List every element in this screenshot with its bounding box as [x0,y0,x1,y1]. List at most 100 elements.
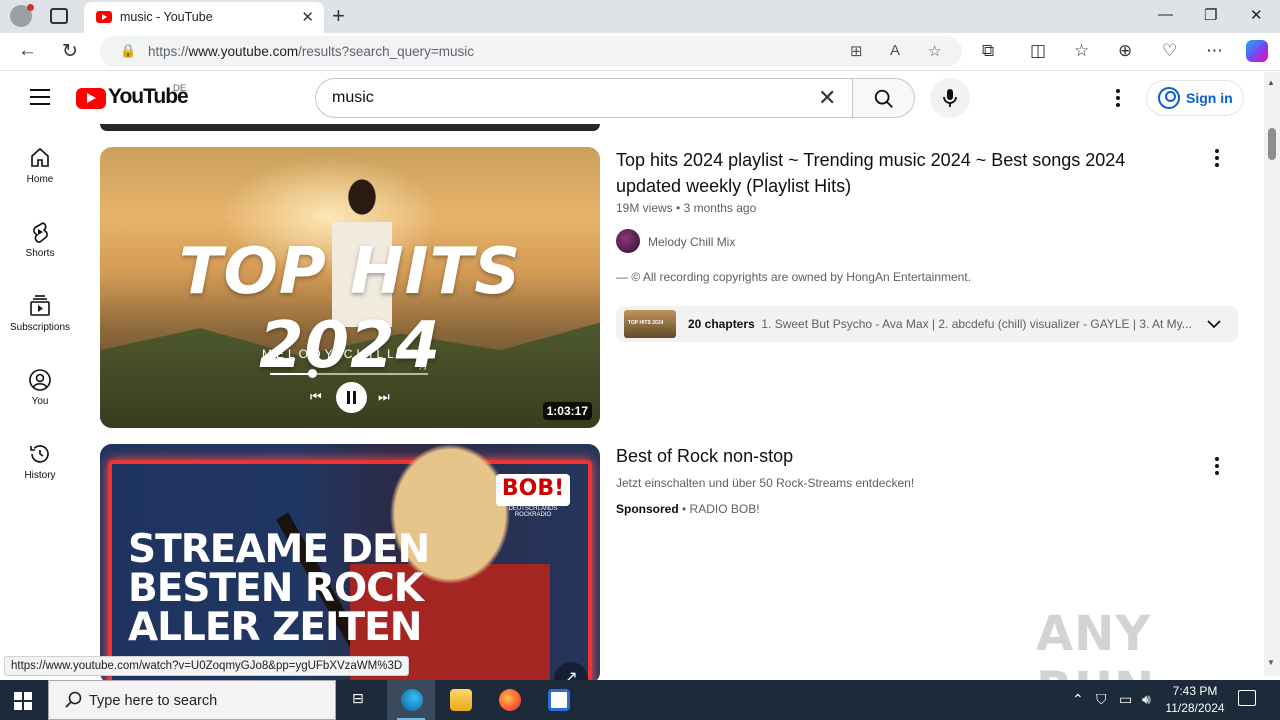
previous-result-thumbnail[interactable] [100,124,600,131]
channel-name-link[interactable]: Melody Chill Mix [648,235,735,249]
settings-more-button[interactable] [1107,86,1129,110]
taskbar-edge[interactable] [387,680,435,720]
clear-search-icon[interactable]: ✕ [818,85,836,111]
taskbar-clock[interactable]: 7:43 PM 11/28/2024 [1160,683,1230,717]
settings-more-icon[interactable]: ⋯ [1206,41,1223,61]
favorites-icon[interactable]: ☆ [1074,41,1089,61]
sidebar-item-history[interactable]: History [4,420,76,490]
lock-icon[interactable]: 🔒 [120,43,136,59]
next-track-icon: ⏭ [378,389,390,404]
windows-start-icon[interactable] [14,692,32,710]
restore-icon[interactable]: ❐ [1204,6,1217,24]
search-icon [65,691,82,708]
browser-tab-active[interactable]: music - YouTube ✕ [84,2,324,33]
menu-icon[interactable] [30,89,50,105]
search-input[interactable] [315,78,852,118]
youtube-logo-icon[interactable] [76,88,106,109]
taskbar-file-explorer[interactable] [436,680,484,720]
sidebar-item-label: Subscriptions [9,322,71,333]
back-icon[interactable]: ← [18,40,37,62]
sidebar-item-label: Home [26,174,54,185]
advertiser-name: RADIO BOB! [689,502,760,516]
copilot-icon[interactable] [1246,40,1268,62]
tab-title: music - YouTube [120,10,213,24]
task-view-icon: ⊟ [352,690,364,706]
profile-icon[interactable] [10,4,34,27]
thumbnail-progress-track [270,373,428,375]
browser-toolbar: ← ↻ 🔒 https://www.youtube.com/results?se… [0,33,1280,71]
ad-title-link[interactable]: Best of Rock non-stop [616,443,1156,469]
chapters-summary: 20 chapters 1. Sweet But Psycho - Ava Ma… [688,317,1192,331]
sidebar-item-shorts[interactable]: Shorts [4,198,76,268]
you-icon [29,369,51,391]
radio-bob-logo: BOB! [496,474,570,506]
scroll-up-arrow-icon[interactable]: ▲ [1267,78,1275,87]
sign-in-label: Sign in [1186,90,1233,106]
home-icon [31,147,49,167]
ad-description: Jetzt einschalten und über 50 Rock-Strea… [616,476,915,490]
security-tray-icon[interactable]: ⛉ [1096,691,1107,708]
new-tab-icon[interactable]: + [332,3,345,29]
voice-search-button[interactable] [930,78,970,118]
sidebar-item-home[interactable]: Home [4,124,76,194]
video-thumbnail[interactable]: TOP HITS 2024 MELODY CHILL MIX ⤨ ⏮ ⏭ 1:0… [100,147,600,428]
sign-in-button[interactable]: Sign in [1146,80,1244,116]
sidebar-item-you[interactable]: You [4,346,76,416]
ad-action-menu-button[interactable] [1206,454,1228,478]
ad-sponsor-line: Sponsored • RADIO BOB! [616,502,760,516]
shorts-icon [33,222,48,243]
taskbar-app[interactable] [534,680,582,720]
minimize-icon[interactable]: — [1158,6,1173,23]
refresh-icon[interactable]: ↻ [62,40,78,63]
notification-center-icon[interactable] [1238,690,1256,706]
read-aloud-icon[interactable]: A [890,42,900,59]
video-title-link[interactable]: Top hits 2024 playlist ~ Trending music … [616,147,1156,199]
extensions-icon[interactable]: ⧉ [982,41,994,61]
favorite-star-icon[interactable]: ☆ [928,42,941,60]
close-window-icon[interactable]: ✕ [1250,6,1263,24]
thumbnail-subtitle-text: MELODY CHILL MIX [261,347,439,361]
windows-taskbar: Type here to search ⊟ ⌃ ⛉ ▭ 🔊︎ 7:43 PM 1… [0,680,1280,720]
taskbar-firefox[interactable] [485,680,533,720]
taskbar-search-placeholder: Type here to search [89,693,218,709]
view-count: 19M views [616,201,673,215]
history-icon [30,445,49,463]
notification-dot [27,4,34,11]
taskbar-search-box[interactable]: Type here to search [48,680,336,720]
video-duration: 1:03:17 [542,402,592,420]
collections-icon[interactable]: ⊕ [1118,41,1132,61]
folder-icon [450,689,472,711]
close-tab-icon[interactable]: ✕ [301,8,314,26]
page-scrollbar[interactable]: ▲ ▼ [1264,72,1280,676]
app-check-icon [548,689,570,711]
app-available-icon[interactable]: ⊞ [850,42,863,60]
video-action-menu-button[interactable] [1206,146,1228,170]
firefox-icon [499,689,521,711]
chapters-expander[interactable]: 20 chapters 1. Sweet But Psycho - Ava Ma… [616,306,1238,342]
search-button[interactable] [852,78,915,118]
search-icon [874,89,893,108]
chevron-down-icon [1207,320,1221,329]
split-screen-icon[interactable]: ◫ [1030,41,1046,61]
more-vert-icon [1206,454,1228,475]
radio-bob-tagline: DEUTSCHLANDS ROCKRADIO [508,506,558,518]
task-view-button[interactable]: ⊟ [336,680,384,720]
tab-actions-icon[interactable] [50,8,68,24]
youtube-header: YouTube DE ✕ Sign in [0,72,1264,124]
thumbnail-progress-knob [308,369,317,378]
scrollbar-thumb[interactable] [1268,128,1276,160]
pause-icon [336,382,367,413]
ad-thumbnail-slogan: STREAME DEN BESTEN ROCK ALLER ZEITEN [128,527,430,650]
sidebar-item-label: Shorts [25,248,55,259]
ad-thumbnail[interactable]: BOB! DEUTSCHLANDS ROCKRADIO STREAME DEN … [100,444,600,684]
show-hidden-icons[interactable]: ⌃ [1072,691,1084,708]
sidebar-item-subscriptions[interactable]: Subscriptions [4,272,76,342]
edge-icon [401,689,423,711]
network-icon[interactable]: ▭ [1119,691,1132,708]
volume-icon[interactable]: 🔊︎ [1142,691,1151,708]
link-status-bar: https://www.youtube.com/watch?v=U0ZoqmyG… [4,656,410,676]
sponsored-badge: Sponsored [616,502,679,516]
browser-essentials-icon[interactable]: ♡ [1162,41,1177,61]
channel-avatar[interactable] [616,229,640,253]
address-bar[interactable]: 🔒 https://www.youtube.com/results?search… [100,36,962,67]
